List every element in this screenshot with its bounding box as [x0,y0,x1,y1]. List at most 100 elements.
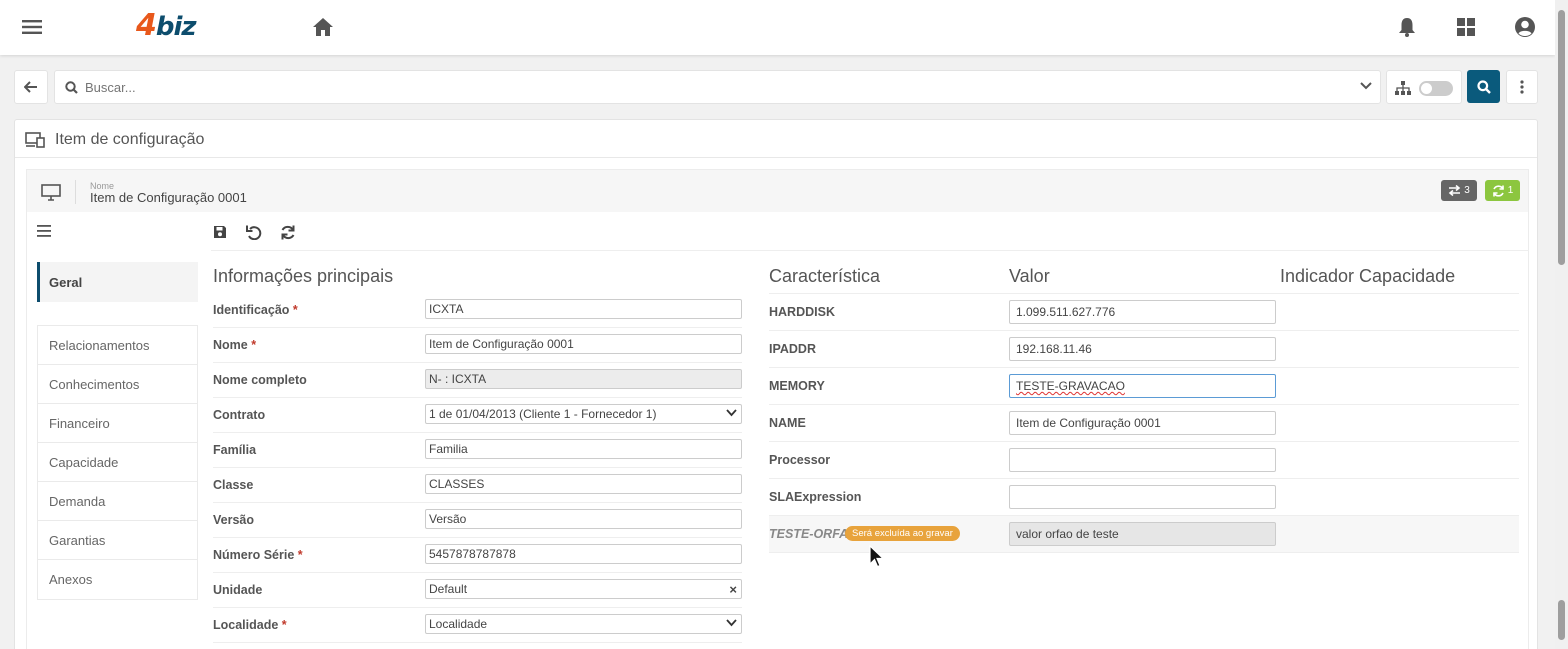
versao-input[interactable]: Versão [425,509,742,529]
nome-completo-input: N- : ICXTA [425,369,742,389]
save-button[interactable] [211,223,229,241]
save-icon [214,226,226,238]
toggle-knob [1421,83,1432,94]
sidebar-item-anexos[interactable]: Anexos [38,560,197,599]
numero-serie-input[interactable]: 5457878787878 [425,544,742,564]
status-badge: Será excluída ao gravar [845,526,960,541]
field-row-localidade: Localidade * Localidade [213,608,742,643]
divider [15,157,1537,158]
sidebar-item-garantias[interactable]: Garantias [38,521,197,560]
table-row: IPADDR 192.168.11.46 [769,331,1519,368]
item-name-value: Item de Configuração 0001 [90,190,247,205]
sidebar-item-relacionamentos[interactable]: Relacionamentos [38,326,197,365]
main-card: Item de configuração Nome Item de Config… [14,119,1538,649]
home-icon[interactable] [311,15,335,39]
refresh-button[interactable] [279,223,297,241]
field-row-identificacao: Identificação * ICXTA [213,293,742,328]
sitemap-icon [1395,81,1411,95]
sidebar-item-financeiro[interactable]: Financeiro [38,404,197,443]
search-bar [54,70,1381,104]
classe-input[interactable]: CLASSES [425,474,742,494]
field-row-contrato: Contrato 1 de 01/04/2013 (Cliente 1 - Fo… [213,398,742,433]
form-toolbar [211,223,297,241]
mouse-cursor-icon [869,545,885,568]
column-header-valor: Valor [1009,266,1050,286]
apps-grid-icon[interactable] [1454,15,1478,39]
field-label: Unidade [213,583,263,597]
localidade-select[interactable]: Localidade [425,614,742,634]
undo-icon [246,225,262,240]
arrow-left-icon [24,81,37,93]
section-title-main-info: Informações principais [213,266,394,286]
search-icon [65,81,78,94]
page-scrollbar[interactable] [1555,0,1568,649]
identificacao-input[interactable]: ICXTA [425,299,742,319]
sidebar-item-demanda[interactable]: Demanda [38,482,197,521]
list-icon [37,225,51,237]
field-row-numero-serie: Número Série * 5457878787878 [213,538,742,573]
sidebar-menu-toggle[interactable] [37,225,51,237]
user-circle-icon[interactable] [1513,15,1537,39]
relations-badge[interactable]: 3 [1441,180,1477,201]
column-header-indicador-capacidade: Indicador Capacidade [1280,266,1456,286]
item-header: Nome Item de Configuração 0001 3 1 [27,170,1528,212]
scrollbar-thumb[interactable] [1558,10,1565,265]
back-button[interactable] [14,70,48,104]
chevron-down-icon [726,619,737,627]
contrato-select[interactable]: 1 de 01/04/2013 (Cliente 1 - Fornecedor … [425,404,742,424]
sidebar-item-conhecimentos[interactable]: Conhecimentos [38,365,197,404]
unidade-input[interactable]: Default × [425,579,742,599]
page-title: Item de configuração [25,130,204,150]
chevron-down-icon[interactable] [1360,82,1372,90]
item-panel: Nome Item de Configuração 0001 3 1 Geral… [26,169,1529,649]
undo-button[interactable] [245,223,263,241]
field-label: Contrato [213,408,266,422]
characteristic-value-input[interactable]: 192.168.11.46 [1009,337,1276,361]
sidebar-item-geral[interactable]: Geral [37,262,198,302]
field-label: Versão [213,513,255,527]
field-label: Número Série [213,548,295,562]
characteristic-value-input[interactable] [1009,485,1276,509]
bell-icon[interactable] [1395,15,1419,39]
characteristic-name: TESTE-ORFA [769,527,849,541]
clear-icon[interactable]: × [729,582,737,597]
field-row-classe: Classe CLASSES [213,468,742,503]
field-label: Nome completo [213,373,307,387]
characteristic-name: MEMORY [769,379,825,393]
field-row-nome-completo: Nome completo N- : ICXTA [213,363,742,398]
page-title-text: Item de configuração [55,131,205,148]
exchange-icon [1448,185,1461,196]
required-marker: * [297,548,303,562]
characteristic-name: Processor [769,453,831,467]
familia-input[interactable]: Familia [425,439,742,459]
app-logo[interactable]: 4biz [136,8,197,43]
nome-input[interactable]: Item de Configuração 0001 [425,334,742,354]
column-header-caracteristica: Característica [769,266,881,286]
more-options-button[interactable] [1506,70,1538,104]
tree-view-toggle[interactable] [1419,81,1453,96]
divider [75,180,76,204]
characteristic-name: IPADDR [769,342,816,356]
field-row-versao: Versão Versão [213,503,742,538]
relations-count: 3 [1464,185,1470,196]
sidebar-item-capacidade[interactable]: Capacidade [38,443,197,482]
field-label: Identificação [213,303,290,317]
characteristic-value-input[interactable]: Item de Configuração 0001 [1009,411,1276,435]
characteristic-value-input[interactable] [1009,448,1276,472]
tree-view-toggle-group [1386,70,1462,104]
search-button[interactable] [1467,70,1500,103]
sidebar-nav: Relacionamentos Conhecimentos Financeiro… [37,325,198,600]
search-input[interactable] [85,77,1345,97]
table-row: NAME Item de Configuração 0001 [769,405,1519,442]
hamburger-icon[interactable] [20,15,44,39]
refresh-icon [281,225,295,239]
characteristic-name: HARDDISK [769,305,835,319]
characteristic-value-input[interactable]: 1.099.511.627.776 [1009,300,1276,324]
table-row: MEMORY TESTE-GRAVACAO [769,368,1519,405]
kebab-icon [1520,80,1524,94]
scrollbar-thumb-lower[interactable] [1558,600,1565,640]
sync-badge[interactable]: 1 [1485,180,1520,201]
field-label: Classe [213,478,254,492]
characteristic-value-input[interactable]: TESTE-GRAVACAO [1009,374,1276,398]
desktop-icon [41,184,61,201]
